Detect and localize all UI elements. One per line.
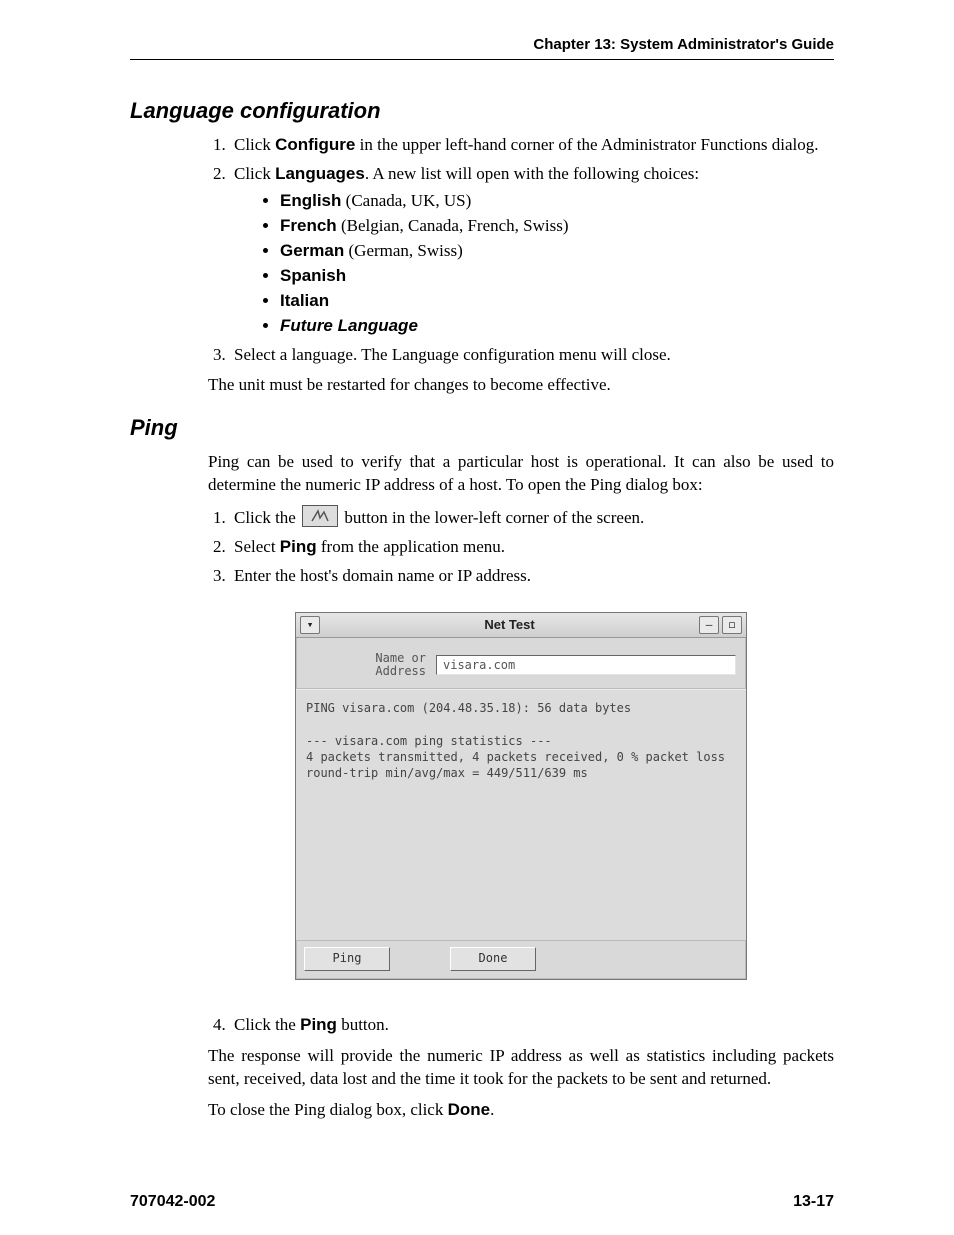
done-button[interactable]: Done: [450, 947, 536, 971]
list-item: Italian: [280, 290, 834, 313]
nettest-button-row: Ping Done: [296, 940, 746, 979]
text: button in the lower-left corner of the s…: [340, 508, 644, 527]
lang-name: Italian: [280, 291, 329, 310]
nettest-window: ▾ Net Test – ◻ Name orAddress PING visar…: [295, 612, 747, 980]
lang-step-2: Click Languages. A new list will open wi…: [230, 163, 834, 338]
text: .: [490, 1100, 494, 1119]
bold-languages: Languages: [275, 164, 365, 183]
lang-name: Future Language: [280, 316, 418, 335]
nettest-input-row: Name orAddress: [296, 638, 746, 689]
minimize-icon[interactable]: –: [699, 616, 719, 634]
host-input[interactable]: [436, 655, 736, 675]
text: button.: [337, 1015, 389, 1034]
lang-name: German: [280, 241, 344, 260]
nettest-output: PING visara.com (204.48.35.18): 56 data …: [296, 689, 746, 940]
list-item: Spanish: [280, 265, 834, 288]
list-item: German (German, Swiss): [280, 240, 834, 263]
lang-note: (German, Swiss): [344, 241, 463, 260]
app-launcher-icon: [302, 505, 338, 527]
document-page: Chapter 13: System Administrator's Guide…: [0, 0, 954, 1235]
footer-right: 13-17: [793, 1193, 834, 1211]
ping-response-para: The response will provide the numeric IP…: [208, 1045, 834, 1091]
text: Click the: [234, 1015, 300, 1034]
lang-step-1: Click Configure in the upper left-hand c…: [230, 134, 834, 157]
bold-ping-btn: Ping: [300, 1015, 337, 1034]
text: . A new list will open with the followin…: [365, 164, 699, 183]
section-title-language: Language configuration: [130, 98, 834, 124]
ping-close-para: To close the Ping dialog box, click Done…: [208, 1099, 834, 1122]
window-menu-icon[interactable]: ▾: [300, 616, 320, 634]
bold-done: Done: [448, 1100, 491, 1119]
nettest-input-label: Name orAddress: [306, 652, 426, 678]
header-rule: [130, 59, 834, 60]
text: Click: [234, 135, 275, 154]
text: Select: [234, 537, 280, 556]
lang-step-3: Select a language. The Language configur…: [230, 344, 834, 367]
lang-name: French: [280, 216, 337, 235]
language-body: Click Configure in the upper left-hand c…: [208, 134, 834, 397]
list-item: Future Language: [280, 315, 834, 338]
ping-step-2: Select Ping from the application menu.: [230, 536, 834, 559]
text: To close the Ping dialog box, click: [208, 1100, 448, 1119]
text: Click the: [234, 508, 300, 527]
nettest-titlebar: ▾ Net Test – ◻: [296, 613, 746, 638]
nettest-title: Net Test: [320, 616, 699, 634]
ping-step-3: Enter the host's domain name or IP addre…: [230, 565, 834, 588]
page-footer: 707042-002 13-17: [130, 1193, 834, 1211]
lang-note: (Canada, UK, US): [341, 191, 471, 210]
list-item: French (Belgian, Canada, French, Swiss): [280, 215, 834, 238]
ping-button[interactable]: Ping: [304, 947, 390, 971]
lang-paragraph: The unit must be restarted for changes t…: [208, 374, 834, 397]
text: from the application menu.: [317, 537, 505, 556]
footer-left: 707042-002: [130, 1193, 215, 1211]
text: Click: [234, 164, 275, 183]
maximize-icon[interactable]: ◻: [722, 616, 742, 634]
ping-intro: Ping can be used to verify that a partic…: [208, 451, 834, 497]
bold-configure: Configure: [275, 135, 355, 154]
lang-name: Spanish: [280, 266, 346, 285]
list-item: English (Canada, UK, US): [280, 190, 834, 213]
ping-step-1: Click the button in the lower-left corne…: [230, 505, 834, 530]
section-title-ping: Ping: [130, 415, 834, 441]
ping-body: Ping can be used to verify that a partic…: [208, 451, 834, 1122]
ping-step-4: Click the Ping button.: [230, 1014, 834, 1037]
lang-note: (Belgian, Canada, French, Swiss): [337, 216, 569, 235]
running-header: Chapter 13: System Administrator's Guide: [130, 36, 834, 53]
bold-ping: Ping: [280, 537, 317, 556]
language-list: English (Canada, UK, US) French (Belgian…: [262, 190, 834, 338]
text: in the upper left-hand corner of the Adm…: [355, 135, 818, 154]
lang-name: English: [280, 191, 341, 210]
